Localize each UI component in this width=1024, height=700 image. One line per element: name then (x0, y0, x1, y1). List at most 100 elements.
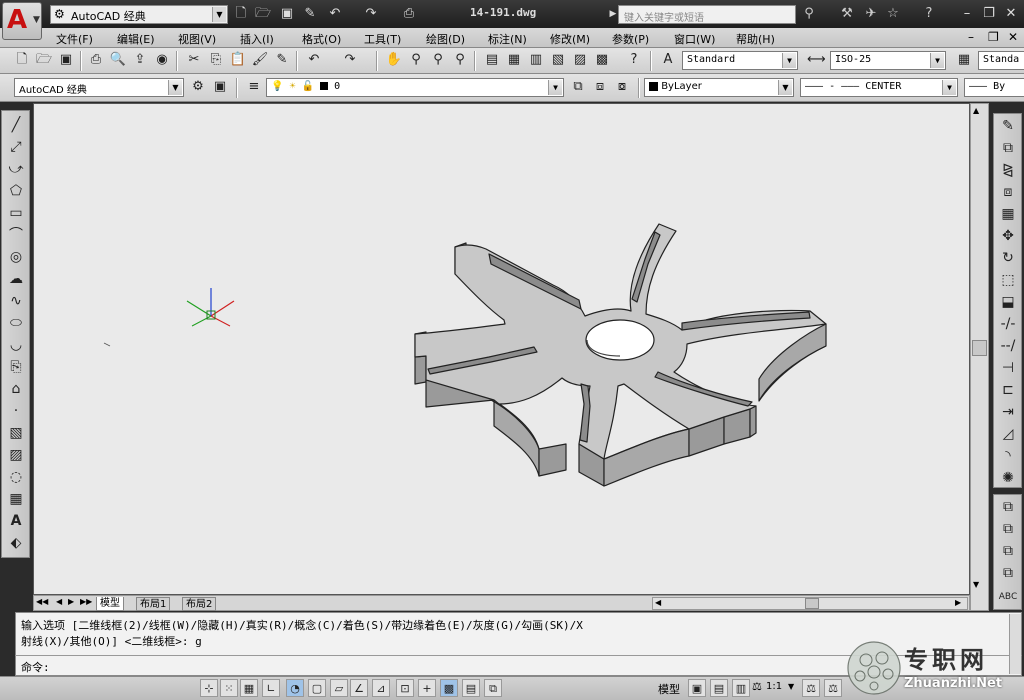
prev-tab-icon[interactable]: ◀ (56, 597, 62, 606)
grid-display-icon[interactable]: ▦ (240, 679, 258, 697)
new-file-icon[interactable]: 🗋 (232, 5, 250, 23)
3d-part[interactable] (414, 223, 827, 487)
layer-state-icon[interactable]: ⧇ (612, 77, 632, 97)
color-select[interactable]: ByLayer ▼ (644, 78, 794, 97)
restore-button[interactable]: ❐ (978, 5, 1000, 23)
tool-palettes-icon[interactable]: ▥ (526, 50, 546, 70)
redo-icon[interactable]: ↷ (362, 5, 380, 23)
zoom-previous-icon[interactable]: ⚲ (450, 50, 470, 70)
workspace-select[interactable]: AutoCAD 经典 ▼ (14, 78, 184, 97)
polar-tracking-icon[interactable]: ◔ (286, 679, 304, 697)
model-space-label[interactable]: 模型 (658, 681, 680, 697)
workspace-settings-icon[interactable]: ⚙ (188, 77, 208, 97)
redo-icon[interactable]: ↷ (340, 50, 360, 70)
pan-icon[interactable]: ✋ (384, 50, 404, 70)
menu-edit[interactable]: 编辑(E) (117, 31, 155, 47)
join-icon[interactable]: ⇥ (997, 402, 1019, 422)
first-tab-icon[interactable]: ◀◀ (36, 597, 48, 606)
tools-icon[interactable]: ⚒ (838, 5, 856, 23)
save-as-icon[interactable]: ✎ (301, 5, 319, 23)
erase-icon[interactable]: ✎ (997, 116, 1019, 136)
search-input[interactable]: 键入关键字或短语 (618, 5, 796, 24)
chevron-down-icon[interactable]: ▼ (168, 80, 182, 95)
next-tab-icon[interactable]: ▶ (68, 597, 74, 606)
lineweight-toggle-icon[interactable]: + (418, 679, 436, 697)
make-block-icon[interactable]: ⌂ (5, 379, 27, 399)
properties-icon[interactable]: ▤ (482, 50, 502, 70)
menu-view[interactable]: 视图(V) (178, 31, 216, 47)
help-icon[interactable]: ? (624, 50, 644, 70)
command-prompt[interactable]: 命令: (21, 659, 50, 675)
plot-icon[interactable]: ⎙ (86, 50, 106, 70)
doc-restore-button[interactable]: ❐ (988, 30, 999, 44)
circle-icon[interactable]: ◎ (5, 247, 27, 267)
chamfer-icon[interactable]: ◿ (997, 424, 1019, 444)
auto-scale-icon[interactable]: ⚖ (824, 679, 842, 697)
scroll-down-icon[interactable]: ▼ (973, 580, 979, 589)
infer-constraints-icon[interactable]: ⊹ (200, 679, 218, 697)
menu-format[interactable]: 格式(O) (302, 31, 341, 47)
menu-file[interactable]: 文件(F) (56, 31, 93, 47)
bring-to-front-icon[interactable]: ⧉ (997, 497, 1019, 517)
dynamic-ucs-icon[interactable]: ⊿ (372, 679, 390, 697)
table-style-icon[interactable]: ▦ (954, 50, 974, 70)
annotation-visibility-icon[interactable]: ⚖ (802, 679, 820, 697)
workspace-switcher[interactable]: ⚙ AutoCAD 经典 ▼ (50, 5, 228, 24)
save-icon[interactable]: ▣ (278, 5, 296, 23)
favorites-icon[interactable]: ☆ (884, 5, 902, 23)
scroll-right-icon[interactable]: ▶ (955, 598, 961, 607)
linetype-select[interactable]: ——— - ——— CENTER ▼ (800, 78, 958, 97)
chevron-down-icon[interactable]: ▼ (930, 53, 944, 68)
help-icon[interactable]: ? (920, 5, 938, 23)
minimize-button[interactable]: – (956, 5, 978, 23)
menu-window[interactable]: 窗口(W) (674, 31, 715, 47)
menu-modify[interactable]: 修改(M) (550, 31, 590, 47)
explode-icon[interactable]: ✺ (997, 468, 1019, 488)
insert-block-icon[interactable]: ⎘ (5, 357, 27, 377)
mirror-icon[interactable]: ⧎ (997, 160, 1019, 180)
paste-icon[interactable]: 📋 (228, 50, 248, 70)
close-button[interactable]: ✕ (1000, 5, 1022, 23)
spline-icon[interactable]: ∿ (5, 291, 27, 311)
send-to-back-icon[interactable]: ⧉ (997, 519, 1019, 539)
layer-manager-icon[interactable]: ≡ (244, 77, 264, 97)
line-icon[interactable]: ╱ (5, 115, 27, 135)
rotate-icon[interactable]: ↻ (997, 248, 1019, 268)
lineweight-select[interactable]: ——— By (964, 78, 1024, 97)
menu-help[interactable]: 帮助(H) (736, 31, 775, 47)
tab-layout1[interactable]: 布局1 (136, 597, 171, 611)
zoom-window-icon[interactable]: ⚲ (428, 50, 448, 70)
undo-icon[interactable]: ↶ (326, 5, 344, 23)
point-icon[interactable]: · (5, 401, 27, 421)
communication-icon[interactable]: ✈ (862, 5, 880, 23)
object-snap-icon[interactable]: ▢ (308, 679, 326, 697)
scroll-left-icon[interactable]: ◀ (655, 598, 661, 607)
trim-icon[interactable]: -/- (997, 314, 1019, 334)
construction-line-icon[interactable]: ⤢ (5, 137, 27, 157)
menu-dimension[interactable]: 标注(N) (488, 31, 527, 47)
move-icon[interactable]: ✥ (997, 226, 1019, 246)
quick-view-layouts-icon[interactable]: ▣ (688, 679, 706, 697)
menu-draw[interactable]: 绘图(D) (426, 31, 465, 47)
pan-status-icon[interactable]: ▥ (732, 679, 750, 697)
polygon-icon[interactable]: ⬠ (5, 181, 27, 201)
horizontal-scroll-thumb[interactable] (805, 598, 819, 609)
region-icon[interactable]: ◌ (5, 467, 27, 487)
fillet-icon[interactable]: ◝ (997, 446, 1019, 466)
ortho-mode-icon[interactable]: ∟ (262, 679, 280, 697)
cut-icon[interactable]: ✂ (184, 50, 204, 70)
bring-above-icon[interactable]: ⧉ (997, 541, 1019, 561)
last-tab-icon[interactable]: ▶▶ (80, 597, 92, 606)
selection-cycling-icon[interactable]: ⧉ (484, 679, 502, 697)
workspace-save-icon[interactable]: ▣ (210, 77, 230, 97)
offset-icon[interactable]: ⧈ (997, 182, 1019, 202)
block-editor-icon[interactable]: ✎ (272, 50, 292, 70)
new-icon[interactable]: 🗋 (12, 50, 32, 70)
stretch-icon[interactable]: ⬓ (997, 292, 1019, 312)
snap-mode-icon[interactable]: ⁙ (220, 679, 238, 697)
make-layer-current-icon[interactable]: ⧉ (568, 77, 588, 97)
menu-parametric[interactable]: 参数(P) (612, 31, 649, 47)
open-folder-icon[interactable]: 🗁 (254, 5, 272, 23)
chevron-down-icon[interactable]: ▼ (212, 7, 226, 22)
break-at-point-icon[interactable]: ⊣ (997, 358, 1019, 378)
